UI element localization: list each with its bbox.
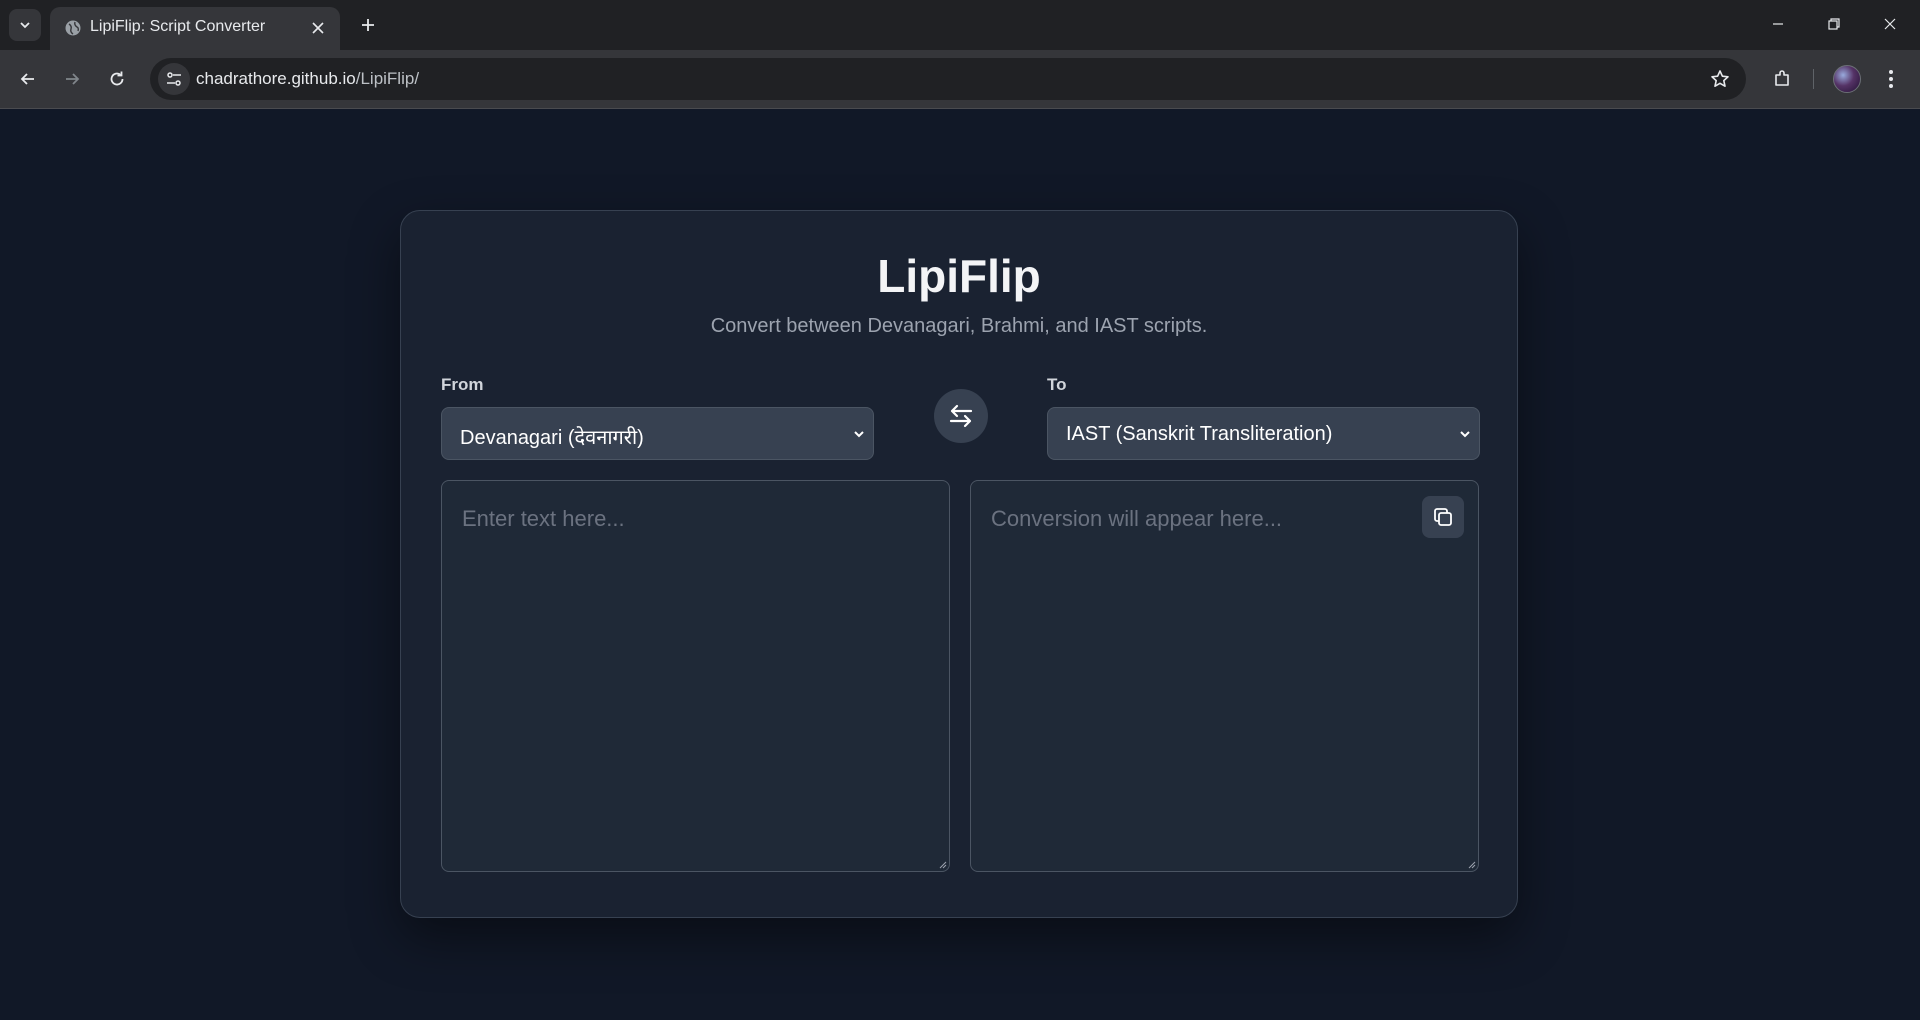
browser-tab-strip: LipiFlip: Script Converter	[0, 0, 1920, 50]
browser-tab[interactable]: LipiFlip: Script Converter	[50, 7, 340, 50]
copy-button[interactable]	[1422, 496, 1464, 538]
avatar	[1833, 65, 1861, 93]
output-placeholder: Conversion will appear here...	[991, 506, 1283, 531]
from-label: From	[441, 375, 484, 394]
site-info-button[interactable]	[158, 63, 190, 95]
resize-grip-icon[interactable]	[1467, 860, 1476, 869]
to-select-value: IAST (Sanskrit Transliteration)	[1066, 423, 1333, 445]
close-icon	[1884, 18, 1896, 30]
puzzle-icon	[1775, 70, 1789, 86]
browser-menu-button[interactable]	[1873, 61, 1909, 97]
page-title: LipiFlip	[877, 250, 1041, 302]
restore-icon	[1828, 18, 1840, 30]
swap-scripts-button[interactable]	[934, 389, 988, 443]
chevron-down-icon	[854, 431, 864, 438]
minimize-icon	[1773, 23, 1783, 25]
to-script-select[interactable]: IAST (Sanskrit Transliteration)	[1047, 407, 1480, 460]
address-bar[interactable]: chadrathore.github.io/LipiFlip/	[150, 58, 1746, 100]
swap-icon	[949, 404, 973, 428]
to-label: To	[1047, 375, 1067, 394]
url-host: chadrathore.github.io	[196, 69, 356, 88]
profile-button[interactable]	[1829, 61, 1865, 97]
back-button[interactable]	[10, 61, 46, 97]
more-vert-icon	[1889, 70, 1893, 88]
tab-search-button[interactable]	[9, 9, 41, 41]
resize-grip-icon[interactable]	[938, 860, 947, 869]
from-script-select[interactable]: Devanagari (देवनागरी)	[441, 407, 874, 460]
chevron-down-icon	[1460, 431, 1470, 438]
extensions-button[interactable]	[1764, 61, 1800, 97]
restore-button[interactable]	[1806, 0, 1862, 48]
minimize-button[interactable]	[1750, 0, 1806, 48]
url-path: /LipiFlip/	[355, 69, 420, 88]
page-subtitle: Convert between Devanagari, Brahmi, and …	[710, 315, 1208, 337]
output-textarea[interactable]: Conversion will appear here...	[970, 480, 1479, 872]
page: LipiFlip Convert between Devanagari, Bra…	[0, 109, 1920, 1020]
tune-icon	[167, 72, 181, 86]
from-select-value: Devanagari (देवनागरी)	[460, 427, 644, 449]
new-tab-button[interactable]	[352, 9, 384, 41]
forward-button[interactable]	[54, 61, 90, 97]
arrow-left-icon	[20, 73, 34, 85]
reload-icon	[110, 71, 124, 86]
input-placeholder: Enter text here...	[462, 506, 625, 531]
toolbar-divider	[1813, 69, 1814, 89]
browser-toolbar: chadrathore.github.io/LipiFlip/	[0, 50, 1920, 109]
input-textarea[interactable]: Enter text here...	[441, 480, 950, 872]
tab-title: LipiFlip: Script Converter	[90, 18, 266, 35]
close-tab-icon[interactable]	[308, 18, 328, 38]
chevron-down-icon	[20, 22, 30, 29]
reload-button[interactable]	[99, 61, 135, 97]
copy-icon	[1434, 508, 1452, 526]
plus-icon	[362, 19, 374, 31]
globe-icon	[65, 20, 81, 36]
arrow-right-icon	[66, 73, 80, 85]
converter-card: LipiFlip Convert between Devanagari, Bra…	[400, 210, 1518, 918]
url-text: chadrathore.github.io/LipiFlip/	[196, 69, 419, 89]
bookmark-star-icon[interactable]	[1704, 63, 1736, 95]
close-window-button[interactable]	[1862, 0, 1918, 48]
